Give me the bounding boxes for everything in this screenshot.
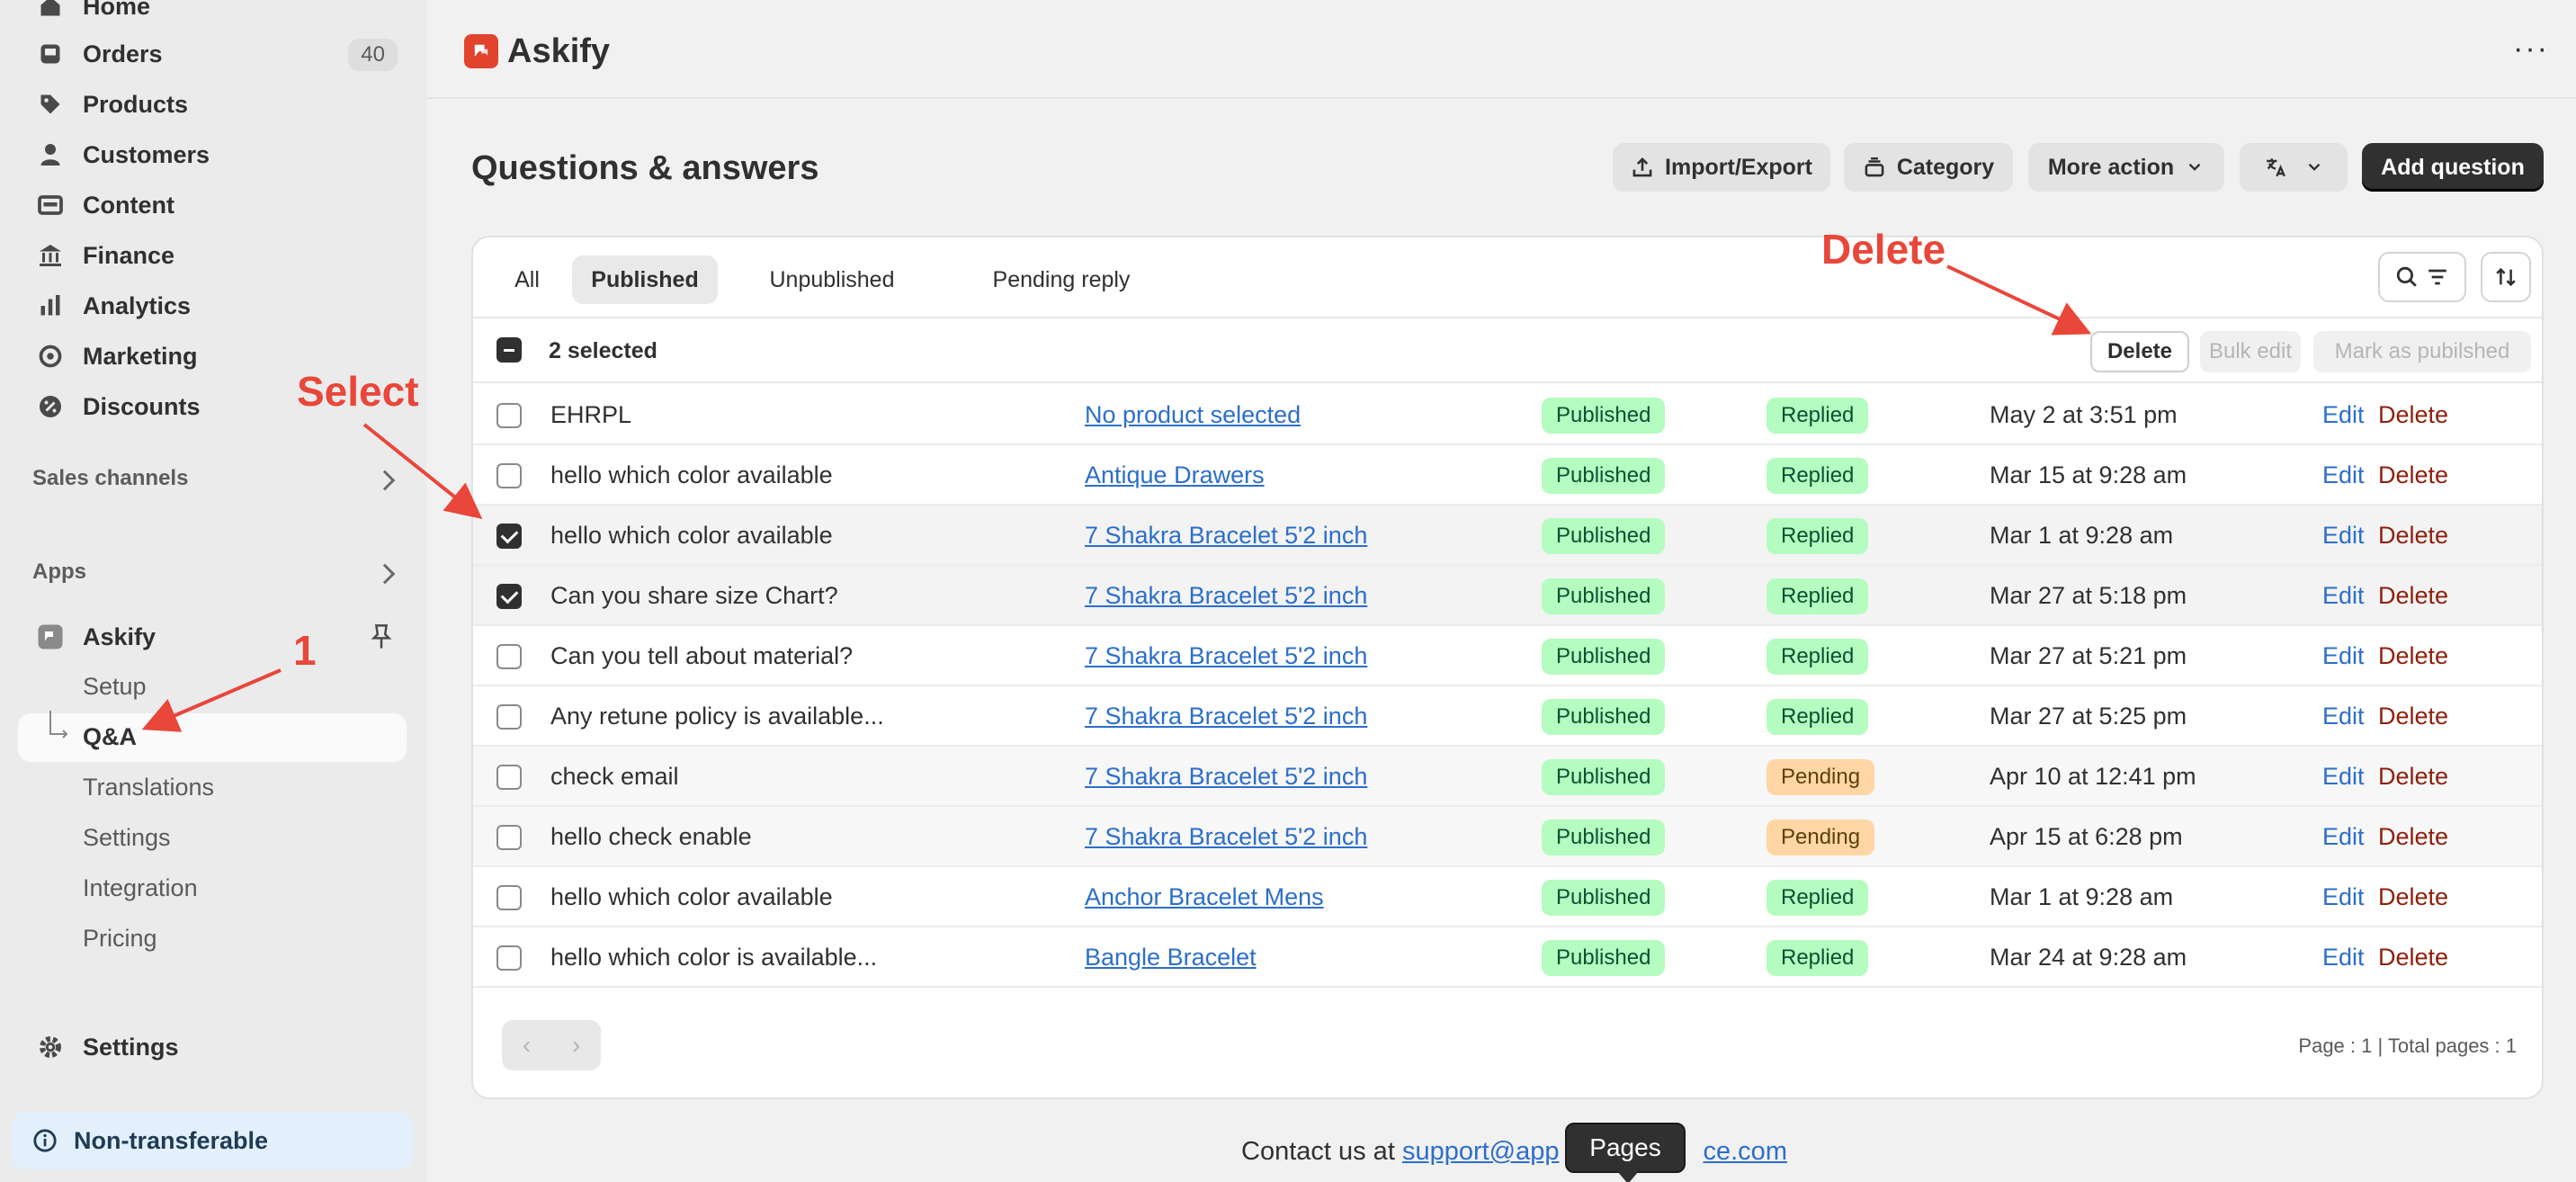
annotation-arrows [141, 264, 2092, 732]
arrow-to-qa [141, 668, 282, 732]
arrow-to-delete [1946, 264, 2092, 336]
arrow-to-checkbox [362, 423, 483, 519]
